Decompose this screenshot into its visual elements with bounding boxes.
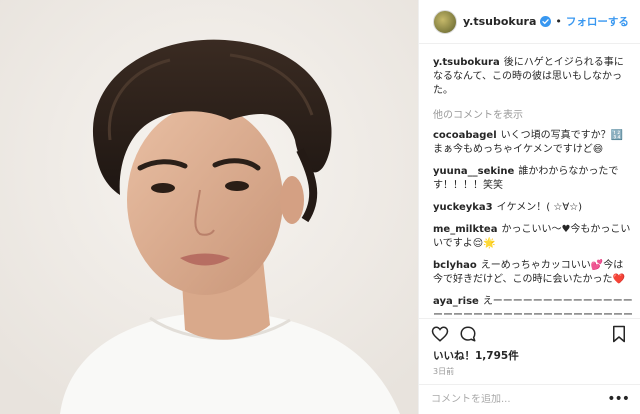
caption: y.tsubokura 後にハゲとイジられる事になるなんて、この時の彼は思いもしな… bbox=[433, 56, 633, 98]
likes-count[interactable]: いいね！1,795件 bbox=[433, 348, 519, 363]
comment-item: me_milktea かっこいい〜♥今もかっこいいですよ😌🌟 bbox=[433, 223, 633, 251]
action-bar bbox=[419, 318, 640, 346]
comment-username[interactable]: me_milktea bbox=[433, 224, 497, 235]
comment-item: yuuna__sekine 誰かわからなかったです！！！！笑笑 bbox=[433, 165, 633, 193]
comment-icon[interactable] bbox=[459, 325, 477, 343]
caption-username[interactable]: y.tsubokura bbox=[433, 57, 500, 68]
comment-item: bclyhao えーめっちゃカッコいい💕今は今で好きだけど、この時に会いたかった❤… bbox=[433, 259, 633, 287]
separator-dot: • bbox=[555, 15, 562, 28]
comment-username[interactable]: cocoabagel bbox=[433, 130, 497, 141]
comment-username[interactable]: aya_rise bbox=[433, 296, 479, 307]
add-comment-bar: ••• bbox=[419, 384, 640, 414]
view-more-comments-link[interactable]: 他のコメントを表示 bbox=[433, 106, 633, 121]
portrait-image bbox=[0, 0, 418, 414]
more-options-icon[interactable]: ••• bbox=[607, 391, 630, 407]
comment-username[interactable]: yuckeyka3 bbox=[433, 202, 493, 213]
post-side-panel: y.tsubokura • フォローする y.tsubokura 後にハゲとイジら… bbox=[418, 0, 640, 414]
author-username[interactable]: y.tsubokura bbox=[463, 15, 536, 28]
comment-username[interactable]: yuuna__sekine bbox=[433, 166, 514, 177]
comment-item: aya_rise えーーーーーーーーーーーーーーーーーーーーーーーーーーーーーーー… bbox=[433, 295, 633, 318]
post-photo[interactable] bbox=[0, 0, 418, 414]
add-comment-input[interactable] bbox=[431, 394, 601, 405]
comment-item: cocoabagel いくつ頃の写真ですか？🔢 まぁ今もめっちゃイケメンですけど😄 bbox=[433, 129, 633, 157]
post-date[interactable]: 3日前 bbox=[433, 366, 454, 377]
avatar[interactable] bbox=[433, 9, 457, 34]
comments-list: y.tsubokura 後にハゲとイジられる事になるなんて、この時の彼は思いもしな… bbox=[433, 56, 633, 318]
verified-badge-icon bbox=[540, 16, 552, 27]
post-header: y.tsubokura • フォローする bbox=[419, 0, 640, 44]
bookmark-icon[interactable] bbox=[611, 325, 627, 343]
follow-button[interactable]: フォローする bbox=[566, 14, 629, 29]
comment-item: yuckeyka3 イケメン！( ☆∀☆) bbox=[433, 201, 633, 215]
heart-icon[interactable] bbox=[431, 325, 449, 343]
comment-username[interactable]: bclyhao bbox=[433, 260, 477, 271]
comment-text: イケメン！( ☆∀☆) bbox=[496, 202, 583, 213]
